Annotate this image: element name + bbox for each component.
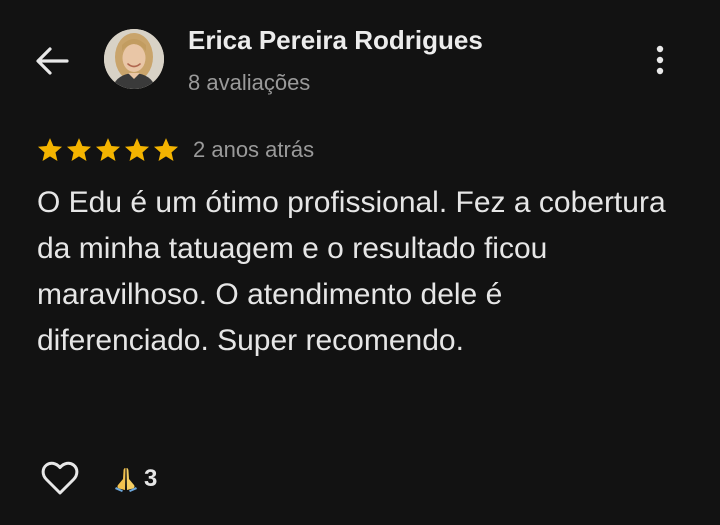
star-rating xyxy=(36,136,181,164)
praying-hands-icon xyxy=(115,468,137,492)
review-header: Erica Pereira Rodrigues 8 avaliações xyxy=(0,0,720,120)
back-button[interactable] xyxy=(30,42,74,80)
profile-photo-icon xyxy=(104,29,164,89)
avatar[interactable] xyxy=(104,29,164,89)
star-icon xyxy=(66,138,92,161)
heart-outline-icon xyxy=(41,461,79,495)
more-options-button[interactable] xyxy=(640,40,680,80)
arrow-left-icon xyxy=(36,47,69,75)
star-icon xyxy=(37,138,63,161)
more-vertical-icon xyxy=(656,45,664,75)
reviewer-name[interactable]: Erica Pereira Rodrigues xyxy=(188,25,483,56)
reaction-count: 3 xyxy=(144,465,158,492)
review-text: O Edu é um ótimo profissional. Fez a cob… xyxy=(37,186,666,357)
reaction-praying-hands[interactable]: 3 xyxy=(114,462,157,496)
like-button[interactable] xyxy=(38,456,82,500)
star-icon xyxy=(153,138,179,161)
rating-row: 2 anos atrás xyxy=(36,134,314,166)
star-icon xyxy=(95,138,121,161)
reviewer-review-count: 8 avaliações xyxy=(188,70,311,95)
review-time: 2 anos atrás xyxy=(193,137,315,162)
star-icon xyxy=(124,138,150,161)
